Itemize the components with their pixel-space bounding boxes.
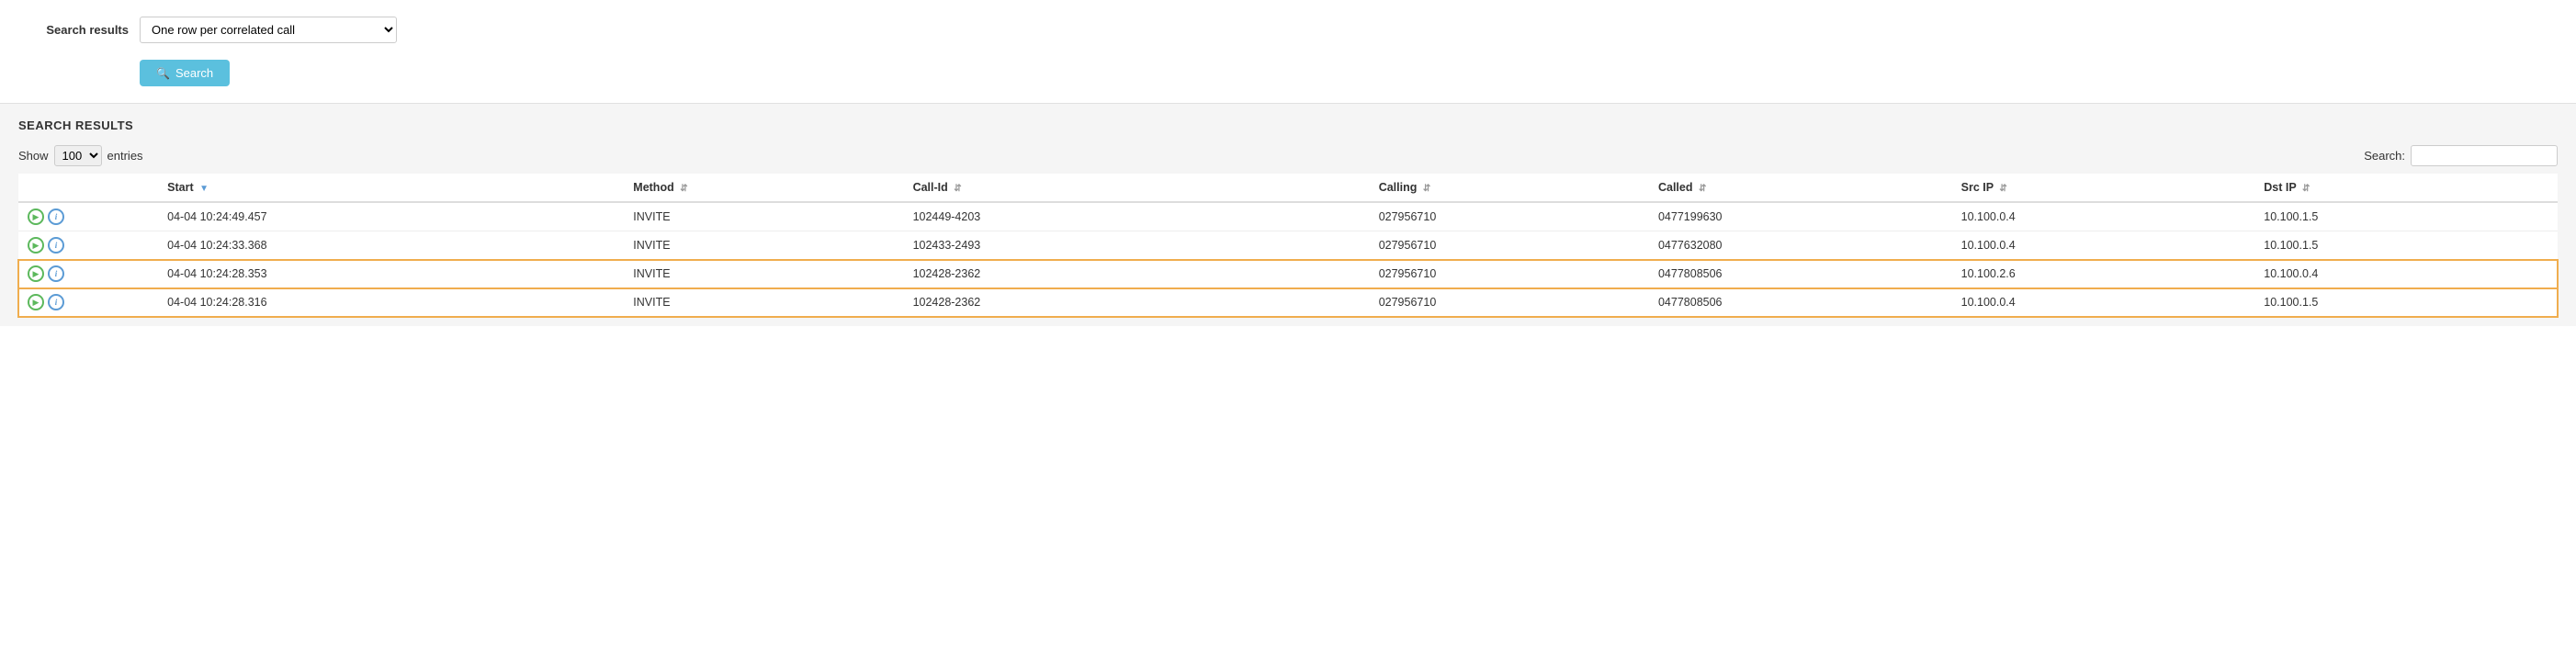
info-icon[interactable]: i	[48, 209, 64, 225]
table-row: ▶ i 04-04 10:24:28.353INVITE102428-23620…	[18, 260, 2558, 288]
cell-dstip: 10.100.1.5	[2254, 202, 2558, 231]
sort-icon-dstip: ⇵	[2302, 184, 2310, 194]
cell-called: 0477199630	[1649, 202, 1952, 231]
search-button[interactable]: 🔍 Search	[140, 60, 230, 86]
cell-calling: 027956710	[1370, 231, 1649, 260]
table-row: ▶ i 04-04 10:24:49.457INVITE102449-42030…	[18, 202, 2558, 231]
col-header-actions	[18, 174, 158, 202]
show-label: Show	[18, 149, 49, 163]
search-button-label: Search	[175, 66, 213, 80]
cell-actions: ▶ i	[18, 260, 158, 288]
sort-icon-calling: ⇵	[1423, 184, 1430, 194]
play-icon[interactable]: ▶	[28, 209, 44, 225]
col-header-dstip[interactable]: Dst IP ⇵	[2254, 174, 2558, 202]
col-dstip-label: Dst IP	[2264, 181, 2296, 194]
search-icon: 🔍	[156, 67, 170, 80]
cell-calling: 027956710	[1370, 202, 1649, 231]
col-header-method[interactable]: Method ⇵	[624, 174, 903, 202]
col-callid-label: Call-Id	[913, 181, 948, 194]
cell-callid: 102428-2362	[904, 288, 1370, 317]
cell-dstip: 10.100.1.5	[2254, 288, 2558, 317]
cell-start: 04-04 10:24:28.316	[158, 288, 624, 317]
table-row: ▶ i 04-04 10:24:33.368INVITE102433-24930…	[18, 231, 2558, 260]
col-header-start[interactable]: Start ▼	[158, 174, 624, 202]
results-table: Start ▼ Method ⇵ Call-Id ⇵ Calling ⇵ Cal…	[18, 174, 2558, 317]
table-search-input[interactable]	[2411, 145, 2558, 166]
col-calling-label: Calling	[1379, 181, 1418, 194]
cell-srcip: 10.100.0.4	[1952, 202, 2255, 231]
sort-icon-start: ▼	[199, 184, 209, 194]
cell-calling: 027956710	[1370, 288, 1649, 317]
col-start-label: Start	[167, 181, 193, 194]
cell-actions: ▶ i	[18, 288, 158, 317]
sort-icon-called: ⇵	[1699, 184, 1706, 194]
section-title: SEARCH RESULTS	[18, 118, 2558, 132]
play-icon[interactable]: ▶	[28, 294, 44, 310]
play-icon[interactable]: ▶	[28, 265, 44, 282]
info-icon[interactable]: i	[48, 294, 64, 310]
cell-start: 04-04 10:24:33.368	[158, 231, 624, 260]
col-header-callid[interactable]: Call-Id ⇵	[904, 174, 1370, 202]
entries-label: entries	[107, 149, 143, 163]
cell-start: 04-04 10:24:28.353	[158, 260, 624, 288]
cell-srcip: 10.100.0.4	[1952, 288, 2255, 317]
cell-called: 0477808506	[1649, 260, 1952, 288]
col-srcip-label: Src IP	[1961, 181, 1994, 194]
cell-method: INVITE	[624, 202, 903, 231]
play-icon[interactable]: ▶	[28, 237, 44, 254]
cell-callid: 102449-4203	[904, 202, 1370, 231]
col-method-label: Method	[633, 181, 673, 194]
cell-called: 0477808506	[1649, 288, 1952, 317]
cell-called: 0477632080	[1649, 231, 1952, 260]
col-called-label: Called	[1658, 181, 1693, 194]
cell-method: INVITE	[624, 260, 903, 288]
info-icon[interactable]: i	[48, 237, 64, 254]
cell-actions: ▶ i	[18, 202, 158, 231]
cell-dstip: 10.100.1.5	[2254, 231, 2558, 260]
cell-method: INVITE	[624, 288, 903, 317]
cell-method: INVITE	[624, 231, 903, 260]
table-row: ▶ i 04-04 10:24:28.316INVITE102428-23620…	[18, 288, 2558, 317]
search-results-dropdown[interactable]: One row per correlated callAll rows	[140, 17, 397, 43]
table-search-label: Search:	[2364, 149, 2405, 163]
cell-callid: 102433-2493	[904, 231, 1370, 260]
sort-icon-callid: ⇵	[954, 184, 961, 194]
col-header-srcip[interactable]: Src IP ⇵	[1952, 174, 2255, 202]
col-header-called[interactable]: Called ⇵	[1649, 174, 1952, 202]
cell-srcip: 10.100.0.4	[1952, 231, 2255, 260]
info-icon[interactable]: i	[48, 265, 64, 282]
search-results-label: Search results	[28, 23, 129, 37]
cell-actions: ▶ i	[18, 231, 158, 260]
entries-select[interactable]: 100 25 50	[54, 145, 102, 166]
cell-dstip: 10.100.0.4	[2254, 260, 2558, 288]
col-header-calling[interactable]: Calling ⇵	[1370, 174, 1649, 202]
sort-icon-srcip: ⇵	[1999, 184, 2006, 194]
sort-icon-method: ⇵	[680, 184, 687, 194]
cell-srcip: 10.100.2.6	[1952, 260, 2255, 288]
cell-callid: 102428-2362	[904, 260, 1370, 288]
cell-start: 04-04 10:24:49.457	[158, 202, 624, 231]
cell-calling: 027956710	[1370, 260, 1649, 288]
